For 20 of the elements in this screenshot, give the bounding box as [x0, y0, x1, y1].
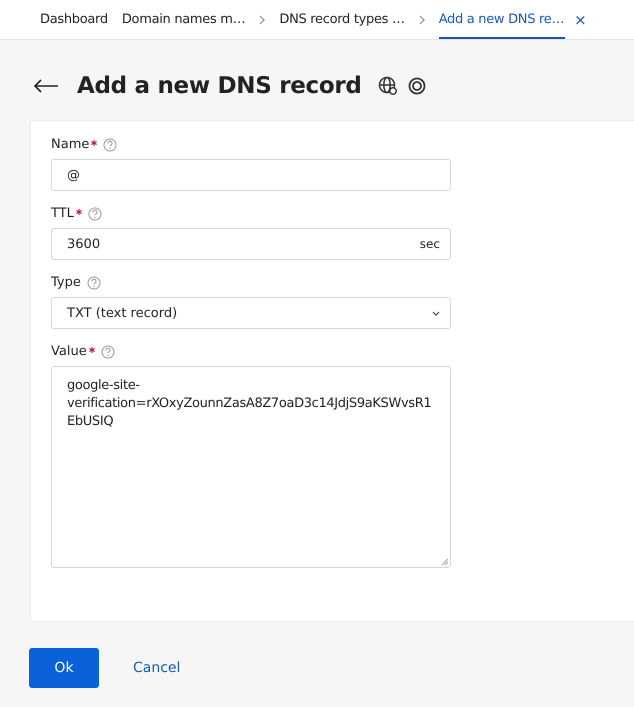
cancel-button[interactable]: Cancel	[113, 648, 200, 688]
page-title: Add a new DNS record	[77, 73, 362, 99]
help-icon[interactable]	[86, 276, 101, 290]
lifebuoy-icon[interactable]	[408, 77, 426, 95]
chevron-down-icon	[432, 310, 440, 316]
globe-icon[interactable]	[378, 76, 398, 96]
help-icon[interactable]	[100, 345, 115, 359]
close-tab-button[interactable]: ×	[574, 10, 587, 28]
input-field[interactable]: 3600 sec	[51, 228, 451, 260]
tab[interactable]: Dashboard	[40, 0, 108, 39]
select-field[interactable]: TXT (text record)	[51, 297, 451, 329]
field-label: Type	[51, 275, 81, 291]
text-area[interactable]: google-site-verification=rXOxyZounnZasA8Z7oaD3c14JdjS9aKSWvsR1EbUSIQ	[51, 366, 451, 568]
tab[interactable]: Domain names m…	[122, 0, 246, 39]
help-icon[interactable]	[88, 207, 102, 221]
input-field[interactable]: @	[51, 159, 451, 191]
back-arrow-icon[interactable]	[33, 79, 59, 93]
help-icon[interactable]	[103, 138, 118, 152]
resize-handle-icon[interactable]	[441, 558, 449, 566]
ok-button[interactable]: Ok	[29, 648, 99, 688]
